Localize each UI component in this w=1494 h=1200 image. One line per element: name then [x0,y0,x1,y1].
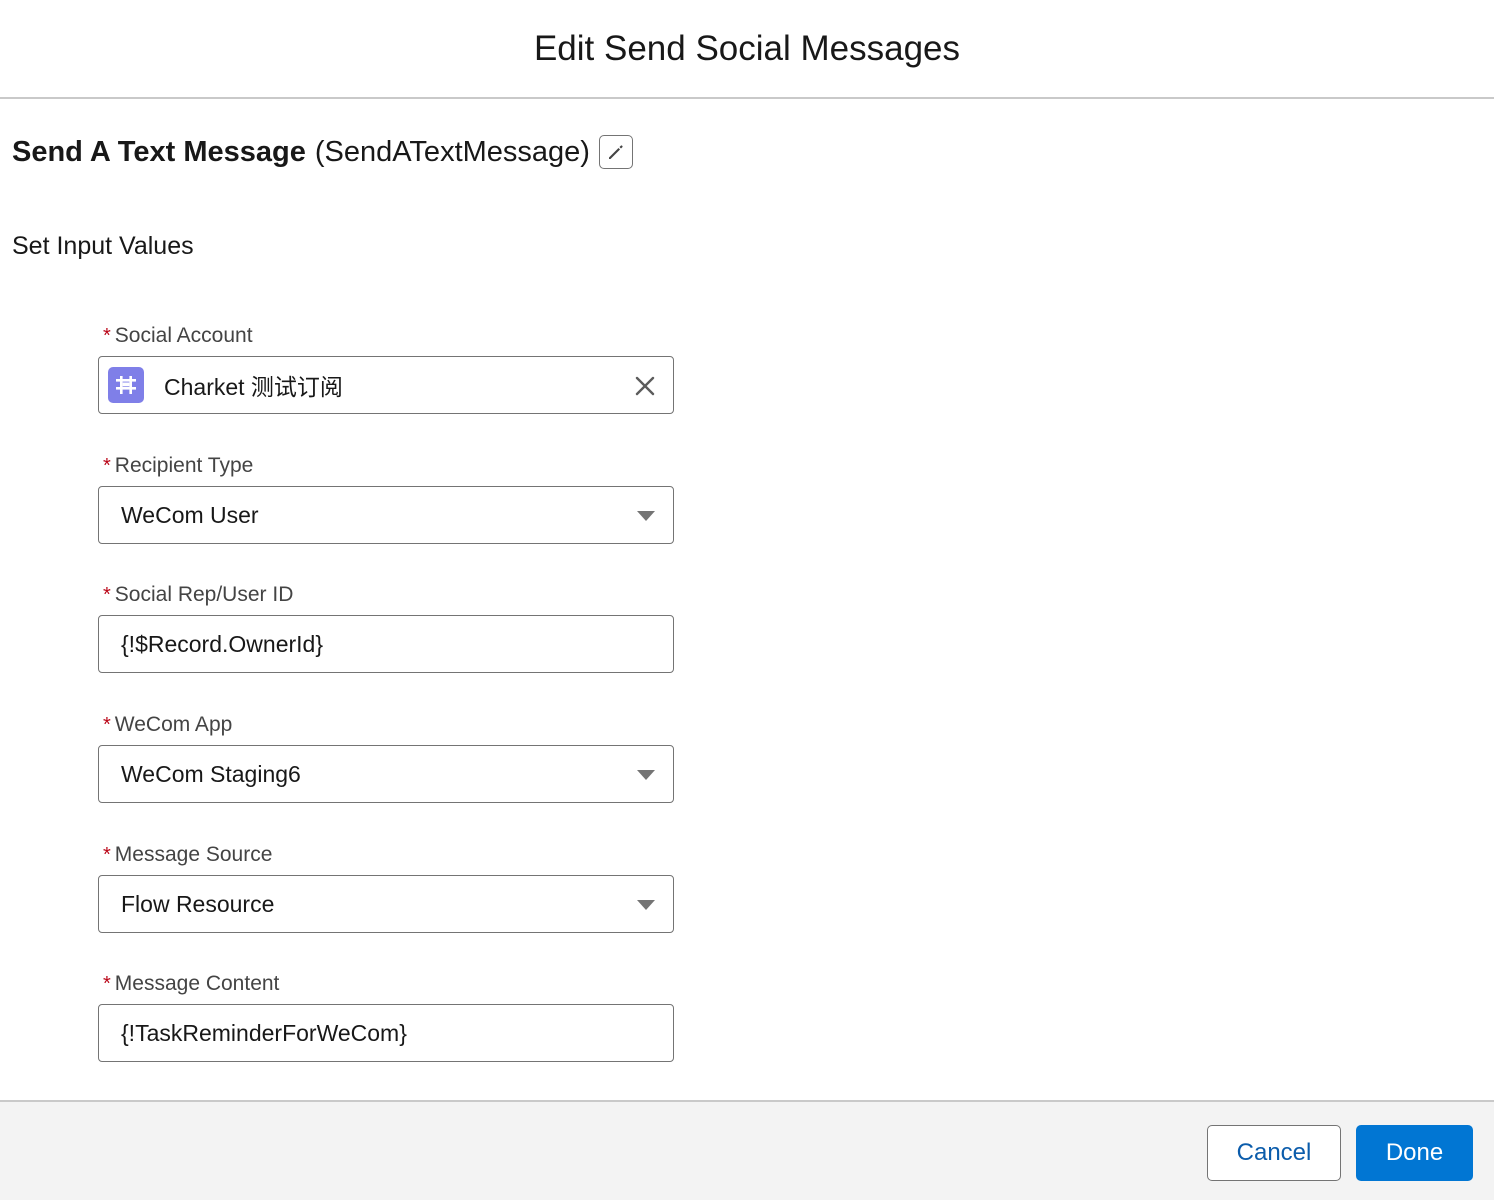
message-source-label: Message Source [114,843,273,866]
modal-footer: Cancel Done [0,1100,1494,1200]
social-rep-user-id-field: * Social Rep/User ID {!$Record.OwnerId} [98,582,674,673]
social-rep-user-id-input[interactable]: {!$Record.OwnerId} [98,615,674,673]
social-account-value: Charket 测试订阅 [164,374,343,400]
action-api-name: (SendATextMessage) [314,135,590,168]
cancel-button[interactable]: Cancel [1207,1125,1341,1181]
message-source-value: Flow Resource [121,890,275,917]
social-rep-user-id-value: {!$Record.OwnerId} [121,630,324,657]
message-content-label-row: * Message Content [98,971,674,997]
close-icon[interactable] [633,374,657,398]
social-account-field: * Social Account Charket 测试订阅 [98,323,674,414]
required-marker: * [103,973,111,995]
wecom-app-field: * WeCom App WeCom Staging6 [98,712,674,803]
social-account-label-row: * Social Account [98,323,674,349]
modal-title: Edit Send Social Messages [533,29,961,68]
action-heading: Send A Text Message (SendATextMessage) [12,130,633,174]
message-content-value: {!TaskReminderForWeCom} [121,1019,407,1046]
done-button[interactable]: Done [1356,1125,1473,1181]
recipient-type-label: Recipient Type [114,454,254,477]
message-source-field: * Message Source Flow Resource [98,842,674,933]
wecom-app-label: WeCom App [114,713,233,736]
edit-label-button[interactable] [598,135,633,169]
chevron-down-icon [637,770,655,780]
social-rep-user-id-label-row: * Social Rep/User ID [98,582,674,608]
modal-header: Edit Send Social Messages [0,0,1494,99]
recipient-type-select[interactable]: WeCom User [98,486,674,544]
wecom-app-value: WeCom Staging6 [121,760,301,787]
message-content-field: * Message Content {!TaskReminderForWeCom… [98,971,674,1062]
required-marker: * [103,714,111,736]
social-account-label: Social Account [114,324,253,347]
message-source-label-row: * Message Source [98,842,674,868]
social-account-lookup[interactable]: Charket 测试订阅 [98,356,674,414]
message-content-label: Message Content [114,972,280,995]
recipient-type-label-row: * Recipient Type [98,453,674,479]
recipient-type-value: WeCom User [121,501,259,528]
chevron-down-icon [637,900,655,910]
required-marker: * [103,584,111,606]
message-content-input[interactable]: {!TaskReminderForWeCom} [98,1004,674,1062]
wecom-app-label-row: * WeCom App [98,712,674,738]
action-label: Send A Text Message [12,135,306,168]
wechat-account-icon [108,367,144,403]
wecom-app-select[interactable]: WeCom Staging6 [98,745,674,803]
social-rep-user-id-label: Social Rep/User ID [114,583,294,606]
required-marker: * [103,455,111,477]
edit-modal: Edit Send Social Messages Send A Text Me… [0,0,1494,1200]
pencil-icon [608,145,623,159]
required-marker: * [103,844,111,866]
chevron-down-icon [637,511,655,521]
message-source-select[interactable]: Flow Resource [98,875,674,933]
required-marker: * [103,325,111,347]
section-title: Set Input Values [12,232,194,260]
recipient-type-field: * Recipient Type WeCom User [98,453,674,544]
